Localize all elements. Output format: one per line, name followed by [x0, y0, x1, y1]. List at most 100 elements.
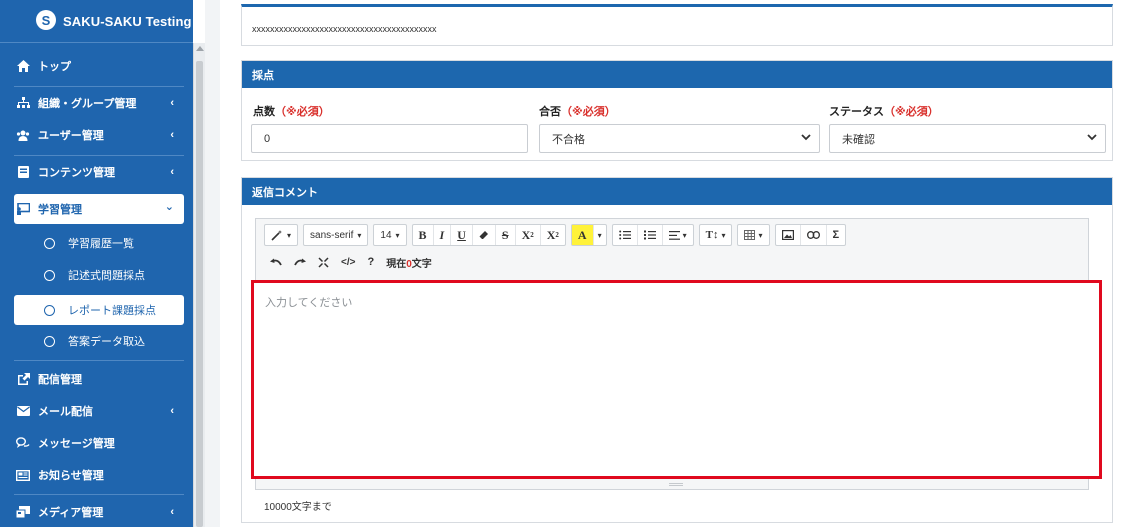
reply-comment-title: 返信コメント	[242, 178, 1112, 205]
subscript-button[interactable]: X2	[541, 225, 565, 245]
sidebar-subitem-label: レポート課題採点	[68, 305, 156, 317]
code-view-button[interactable]: </>	[335, 253, 361, 271]
chevron-left-icon: ‹	[170, 506, 174, 518]
redo-icon	[294, 258, 306, 266]
chevron-left-icon: ‹	[170, 129, 174, 141]
brand-title: SAKU-SAKU Testing	[63, 13, 192, 29]
sidebar-subitem-learning-history[interactable]: 学習履歴一覧	[14, 228, 184, 258]
bold-button[interactable]: B	[413, 225, 434, 245]
circle-icon	[44, 304, 55, 316]
style-magic-wand-button[interactable]: ▾	[265, 225, 297, 245]
sidebar-scrollbar[interactable]	[193, 43, 205, 527]
sidebar-item-distribution[interactable]: 配信管理	[14, 364, 184, 394]
sidebar-subitem-label: 答案データ取込	[68, 336, 145, 348]
reply-comment-panel: 返信コメント ▾ sans-serif ▾ 14 ▾ B I U S X 2 X…	[241, 177, 1113, 523]
editor-resize-handle[interactable]	[669, 483, 683, 486]
editor-toolbar-row-1: ▾ sans-serif ▾ 14 ▾ B I U S X 2 X 2 A ▾ …	[264, 224, 851, 246]
sidebar-item-news[interactable]: お知らせ管理	[14, 460, 184, 490]
italic-button[interactable]: I	[434, 225, 452, 245]
textarea-placeholder: 入力してください	[265, 297, 353, 309]
chevron-left-icon: ‹	[170, 97, 174, 109]
strikethrough-button[interactable]: S	[496, 225, 516, 245]
help-button[interactable]: ?	[361, 253, 380, 271]
sidebar: S SAKU-SAKU Testing トップ 組織・グループ管理 ‹ ユーザー…	[0, 0, 193, 527]
expand-icon	[318, 256, 329, 268]
eraser-button[interactable]	[473, 225, 496, 245]
circle-icon	[44, 269, 55, 281]
text-color-button[interactable]: A	[571, 225, 594, 245]
sidebar-item-label: コンテンツ管理	[38, 167, 115, 179]
submission-text-panel: xxxxxxxxxxxxxxxxxxxxxxxxxxxxxxxxxxxxxxxx…	[241, 4, 1113, 46]
chevron-down-icon	[1087, 133, 1097, 144]
line-height-dropdown[interactable]: T↕ ▾	[700, 225, 732, 245]
paragraph-align-dropdown[interactable]: ▾	[663, 225, 693, 245]
sitemap-icon	[16, 97, 30, 109]
undo-icon	[270, 258, 282, 266]
pass-fail-select[interactable]: 不合格	[539, 124, 820, 153]
insert-link-button[interactable]	[801, 225, 827, 245]
superscript-button[interactable]: X2	[516, 225, 541, 245]
sidebar-item-users[interactable]: ユーザー管理 ‹	[14, 120, 184, 150]
redo-button[interactable]	[288, 253, 312, 271]
photo-video-icon	[16, 506, 30, 518]
brand-header[interactable]: S SAKU-SAKU Testing	[0, 0, 193, 43]
underline-button[interactable]: U	[451, 225, 473, 245]
brand-logo: S	[36, 10, 56, 30]
status-select[interactable]: 未確認	[829, 124, 1106, 153]
sidebar-item-contents[interactable]: コンテンツ管理 ‹	[14, 157, 184, 187]
character-count: 現在0文字	[386, 258, 432, 270]
fullscreen-button[interactable]	[312, 253, 335, 271]
sidebar-item-top[interactable]: トップ	[14, 51, 184, 81]
scrollbar-thumb[interactable]	[196, 61, 203, 527]
ordered-list-button[interactable]	[638, 225, 663, 245]
content-gutter	[205, 0, 220, 527]
sidebar-item-label: お知らせ管理	[38, 470, 104, 482]
insert-image-button[interactable]	[776, 225, 801, 245]
comment-textarea[interactable]: 入力してください	[251, 280, 1102, 479]
sidebar-item-label: 学習管理	[38, 204, 82, 216]
pass-fail-label: 合否（※必須）	[539, 106, 616, 118]
sidebar-subitem-answer-import[interactable]: 答案データ取込	[14, 326, 184, 356]
sidebar-subitem-label: 記述式問題採点	[68, 270, 145, 282]
submission-text: xxxxxxxxxxxxxxxxxxxxxxxxxxxxxxxxxxxxxxxx…	[252, 24, 437, 34]
newspaper-icon	[16, 469, 30, 481]
sidebar-subitem-report-grading[interactable]: レポート課題採点	[14, 295, 184, 325]
sidebar-item-learning[interactable]: 学習管理 ⌄	[14, 194, 184, 224]
main-content: xxxxxxxxxxxxxxxxxxxxxxxxxxxxxxxxxxxxxxxx…	[220, 0, 1133, 527]
align-icon	[668, 230, 680, 240]
rich-text-editor: ▾ sans-serif ▾ 14 ▾ B I U S X 2 X 2 A ▾ …	[251, 218, 1102, 490]
table-icon	[744, 230, 756, 240]
chalkboard-icon	[16, 203, 30, 215]
sidebar-item-messages[interactable]: メッセージ管理	[14, 428, 184, 458]
text-color-dropdown[interactable]: ▾	[594, 225, 606, 245]
required-mark: （※必須）	[561, 106, 616, 118]
sidebar-item-media[interactable]: メディア管理 ‹	[14, 497, 184, 527]
envelope-icon	[16, 405, 30, 417]
font-family-dropdown[interactable]: sans-serif ▾	[304, 225, 367, 245]
users-icon	[16, 129, 30, 141]
sidebar-item-label: トップ	[38, 61, 71, 73]
circle-icon	[44, 335, 55, 347]
sidebar-item-label: メッセージ管理	[38, 438, 115, 450]
chevron-left-icon: ‹	[170, 166, 174, 178]
sidebar-item-mail[interactable]: メール配信 ‹	[14, 396, 184, 426]
comments-icon	[16, 437, 30, 449]
undo-button[interactable]	[264, 253, 288, 271]
sidebar-subitem-label: 学習履歴一覧	[68, 238, 134, 250]
scoring-panel: 採点 点数（※必須） 0 合否（※必須） 不合格 ステータス（※必須） 未確認	[241, 60, 1113, 161]
table-dropdown[interactable]: ▾	[738, 225, 768, 245]
sidebar-subitem-descriptive-grading[interactable]: 記述式問題採点	[14, 260, 184, 290]
status-label: ステータス（※必須）	[829, 106, 939, 118]
font-size-dropdown[interactable]: 14 ▾	[374, 225, 405, 245]
sidebar-item-organization[interactable]: 組織・グループ管理 ‹	[14, 88, 184, 118]
insert-formula-button[interactable]: Σ	[827, 225, 846, 245]
sidebar-item-label: メディア管理	[38, 507, 104, 519]
required-mark: （※必須）	[275, 106, 330, 118]
book-icon	[16, 166, 30, 178]
score-input[interactable]: 0	[251, 124, 528, 153]
unordered-list-button[interactable]	[613, 225, 638, 245]
list-ul-icon	[618, 230, 631, 240]
scoring-panel-title: 採点	[242, 61, 1112, 88]
eraser-icon	[479, 231, 488, 239]
scroll-up-arrow-icon[interactable]	[196, 46, 204, 51]
